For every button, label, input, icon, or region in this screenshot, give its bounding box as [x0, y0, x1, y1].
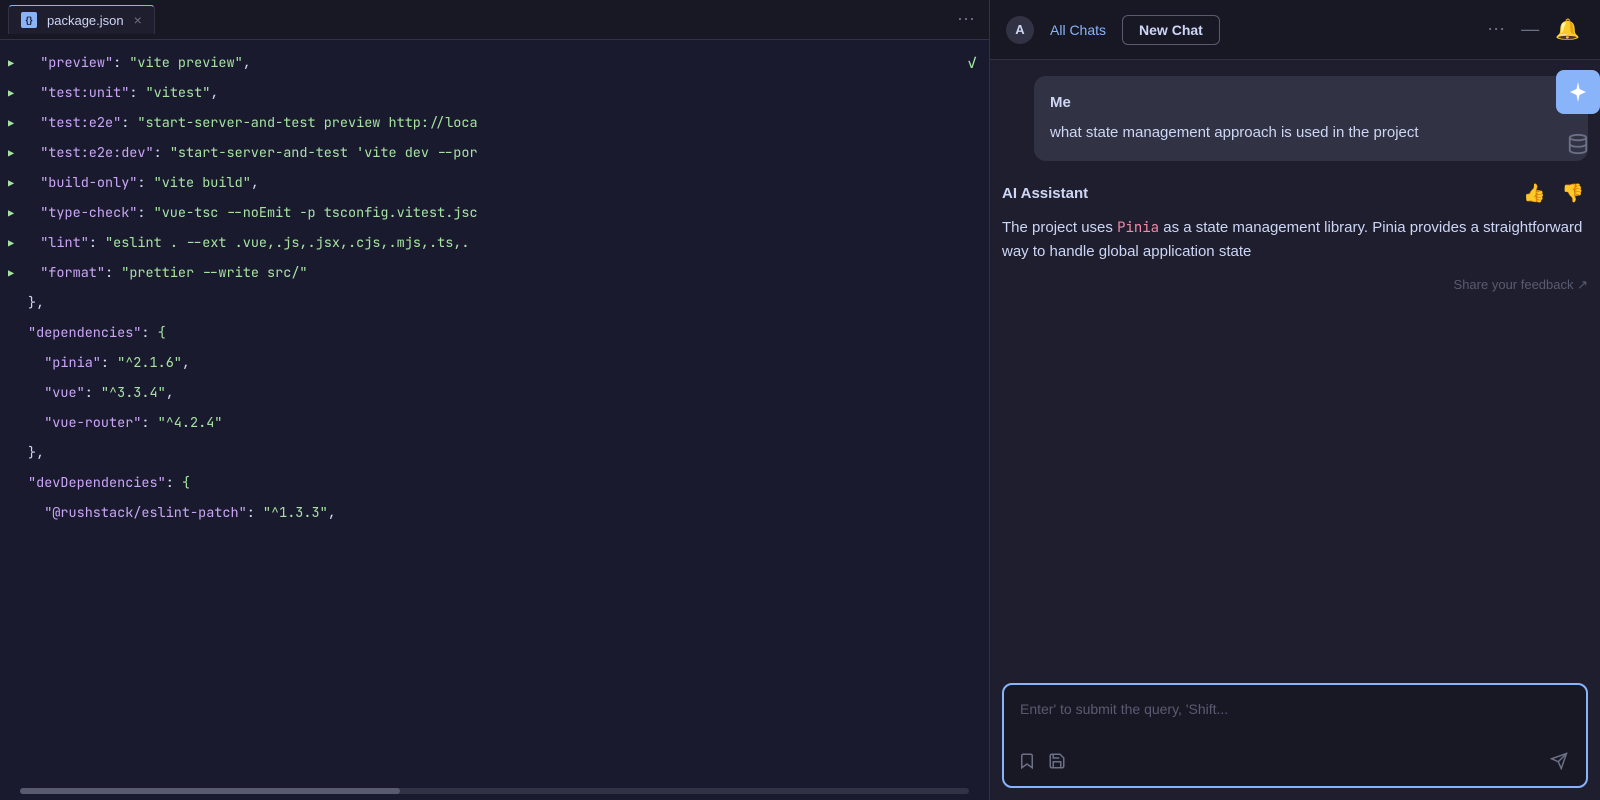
code-line: "dependencies": { — [0, 318, 989, 348]
chat-minimize-button[interactable]: — — [1517, 19, 1543, 40]
code-text: "preview": "vite preview", — [24, 52, 251, 75]
ai-name-label: AI Assistant — [1002, 185, 1511, 202]
tab-close-icon[interactable]: × — [134, 13, 142, 27]
code-line: ▶ "format": "prettier --write src/" — [0, 258, 989, 288]
code-line: ▶ "test:e2e:dev": "start-server-and-test… — [0, 138, 989, 168]
code-text: "test:e2e:dev": "start-server-and-test '… — [24, 142, 478, 165]
run-icon[interactable]: ▶ — [8, 145, 14, 162]
file-type-icon: {} — [21, 12, 37, 28]
code-text: "@rushstack/eslint-patch": "^1.3.3", — [28, 502, 336, 525]
user-message-card: Me ⋯ what state management approach is u… — [1034, 76, 1588, 161]
editor-scrollbar-thumb[interactable] — [20, 788, 400, 794]
thumbdown-icon[interactable]: 👎 — [1558, 181, 1588, 206]
chat-input-toolbar — [1016, 746, 1574, 776]
chat-panel: A All Chats New Chat ⋯ — 🔔 Me ⋯ what sta… — [990, 0, 1600, 800]
ai-avatar-icon: A — [1006, 16, 1034, 44]
code-line: ▶ "preview": "vite preview", ✓ — [0, 48, 989, 78]
code-text: "vue": "^3.3.4", — [28, 382, 174, 405]
code-text: "lint": "eslint . --ext .vue,.js,.jsx,.c… — [24, 232, 470, 255]
tab-filename: package.json — [47, 13, 124, 28]
code-line: "@rushstack/eslint-patch": "^1.3.3", — [0, 498, 989, 528]
run-icon[interactable]: ▶ — [8, 235, 14, 252]
code-line: }, — [0, 438, 989, 468]
database-icon-button[interactable] — [1556, 122, 1600, 166]
user-name-label: Me — [1050, 94, 1071, 111]
save-input-icon[interactable] — [1046, 750, 1068, 772]
code-text: "pinia": "^2.1.6", — [28, 352, 190, 375]
chat-messages-list: Me ⋯ what state management approach is u… — [990, 60, 1600, 675]
tab-more-button[interactable]: ⋯ — [951, 9, 981, 30]
chat-header: A All Chats New Chat ⋯ — 🔔 — [990, 0, 1600, 60]
code-text: "devDependencies": { — [28, 472, 190, 495]
sparkle-ai-button[interactable] — [1556, 70, 1600, 114]
user-message-header: Me ⋯ — [1050, 92, 1572, 112]
code-line: "pinia": "^2.1.6", — [0, 348, 989, 378]
code-line: ▶ "lint": "eslint . --ext .vue,.js,.jsx,… — [0, 228, 989, 258]
code-line: "vue-router": "^4.2.4" — [0, 408, 989, 438]
code-text: "vue-router": "^4.2.4" — [28, 412, 222, 435]
send-message-button[interactable] — [1544, 746, 1574, 776]
code-text: "type-check": "vue-tsc --noEmit -p tscon… — [24, 202, 478, 225]
code-line: ▶ "test:unit": "vitest", — [0, 78, 989, 108]
bookmark-input-icon[interactable] — [1016, 750, 1038, 772]
run-icon[interactable]: ▶ — [8, 85, 14, 102]
code-text: "format": "prettier --write src/" — [24, 262, 308, 285]
code-line: "vue": "^3.3.4", — [0, 378, 989, 408]
thumbup-icon[interactable]: 👍 — [1519, 181, 1549, 206]
code-text: "test:e2e": "start-server-and-test previ… — [24, 112, 478, 135]
code-area: ▶ "preview": "vite preview",✓▶ "test:uni… — [0, 48, 989, 528]
run-icon[interactable]: ▶ — [8, 115, 14, 132]
user-message-text: what state management approach is used i… — [1050, 122, 1572, 145]
feedback-link-area: Share your feedback ↗ — [1002, 277, 1588, 293]
editor-tab-bar: {} package.json × ⋯ — [0, 0, 989, 40]
editor-tab[interactable]: {} package.json × — [8, 5, 155, 34]
chat-input-area — [990, 675, 1600, 800]
run-icon[interactable]: ▶ — [8, 175, 14, 192]
run-icon[interactable]: ▶ — [8, 205, 14, 222]
code-text: }, — [28, 442, 44, 465]
ai-message-text: The project uses Pinia as a state manage… — [1002, 216, 1588, 266]
chat-input-field[interactable] — [1020, 699, 1570, 741]
chat-notification-button[interactable]: 🔔 — [1551, 17, 1584, 42]
code-text: }, — [28, 292, 44, 315]
ai-message-card: AI Assistant 👍 👎 The project uses Pinia … — [1002, 177, 1588, 298]
code-line: }, — [0, 288, 989, 318]
new-chat-button[interactable]: New Chat — [1122, 15, 1220, 45]
code-line: ▶ "build-only": "vite build", — [0, 168, 989, 198]
code-text: "build-only": "vite build", — [24, 172, 259, 195]
chat-input-box — [1002, 683, 1588, 788]
editor-panel: {} package.json × ⋯ ▶ "preview": "vite p… — [0, 0, 990, 800]
code-line: "devDependencies": { — [0, 468, 989, 498]
code-line: ▶ "test:e2e": "start-server-and-test pre… — [0, 108, 989, 138]
all-chats-button[interactable]: All Chats — [1042, 18, 1114, 42]
editor-content: ▶ "preview": "vite preview",✓▶ "test:uni… — [0, 40, 989, 800]
chat-more-button[interactable]: ⋯ — [1483, 19, 1509, 40]
run-icon[interactable]: ▶ — [8, 55, 14, 72]
code-text: "dependencies": { — [28, 322, 166, 345]
run-icon[interactable]: ▶ — [8, 265, 14, 282]
editor-scrollbar-track[interactable] — [20, 788, 969, 794]
code-text: "test:unit": "vitest", — [24, 82, 218, 105]
code-line: ▶ "type-check": "vue-tsc --noEmit -p tsc… — [0, 198, 989, 228]
ai-message-header: AI Assistant 👍 👎 — [1002, 181, 1588, 206]
check-icon: ✓ — [967, 49, 977, 76]
share-feedback-link[interactable]: Share your feedback ↗ — [1454, 277, 1588, 293]
